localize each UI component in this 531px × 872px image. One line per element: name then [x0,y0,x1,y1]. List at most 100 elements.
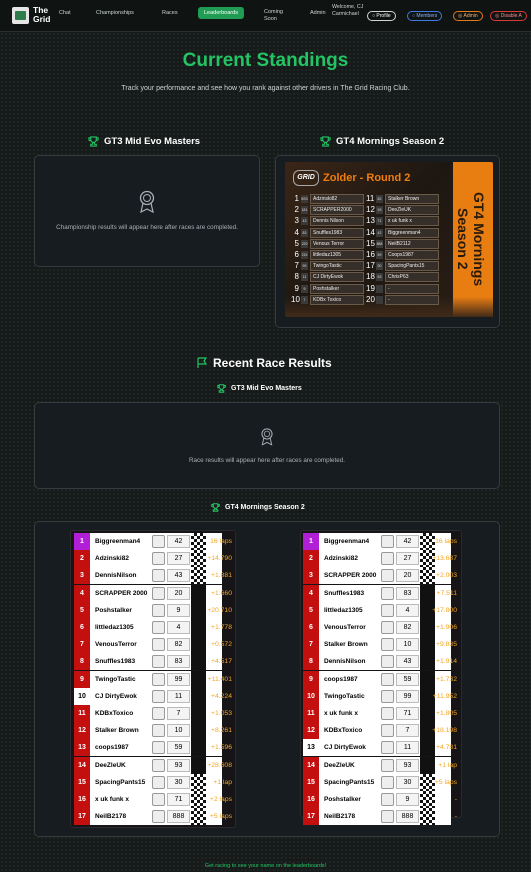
poster-driver-name: ChrisP63 [385,272,439,283]
car-brand-logo-icon [381,655,394,669]
poster-driver-name: - [385,294,439,305]
result-position: 4 [74,584,90,602]
poster-driver-name: NeilB2112 [385,238,439,249]
poster-driver-name: x uk funk x [385,216,439,227]
result-position: 4 [303,584,319,602]
poster-position: 12 [366,205,375,215]
result-gap: 16 laps [210,538,232,545]
poster-driver-name: CJ DirtyEwok [310,272,364,283]
disable-admin-button[interactable]: ◎ Disable A [490,11,527,21]
poster-position: 6 [294,250,299,259]
result-row: 5 Poshstalker 9 +20.710 [74,601,234,619]
car-brand-logo-icon [381,707,394,720]
car-brand-logo-icon [152,724,165,738]
poster-driver-name: SCRAPPER2000 [310,205,364,216]
result-position: 7 [74,636,90,654]
poster-driver-name: Biggreenman4 [385,227,439,238]
result-row: 9 TwingoTastic 99 +11.401 [74,670,234,688]
recent-gt3-empty-message: Race results will appear here after race… [188,456,346,464]
car-brand-logo-icon [381,758,394,772]
result-row: 14 DeeZleUK 93 +1 lap [303,756,463,774]
result-row: 6 littledaz1305 4 +1.778 [74,619,234,636]
result-position: 15 [303,773,319,791]
result-position: 10 [303,687,319,705]
car-brand-logo-icon [381,741,394,755]
poster-car-number: 82 [376,195,383,203]
poster-driver-name: Adzinski82 [310,194,364,204]
poster-driver-name: - [385,283,439,294]
poster-position: 4 [294,227,299,237]
gt3-standings-empty-message: Championship results will appear here af… [56,224,238,231]
recent-gt3-title: GT3 Mid Evo Masters [231,385,302,392]
result-position: 3 [74,567,90,585]
poster-position: 2 [294,205,299,215]
poster-driver-name: SpacingPants15 [385,261,439,272]
result-row: 7 Stalker Brown 10 +9.835 [303,636,463,654]
nav-admin[interactable]: Admin [310,10,326,16]
members-label: Members [416,13,438,19]
result-gap: +2 laps [209,796,232,803]
result-gap: +0.572 [211,641,232,649]
poster-driver-name: littledaz1305 [310,250,364,260]
poster-car-number: 99 [301,262,308,271]
result-row: 9 coops1987 59 +1.732 [303,670,463,688]
result-row: 11 KDBxToxico 7 +1.053 [74,705,234,722]
poster-position: 16 [366,250,375,259]
result-row: 16 x uk funk x 71 +2 laps [74,791,234,808]
poster-car-number: 53 [376,273,383,282]
poster-position: 11 [366,194,375,203]
result-gap: +14.790 [207,555,232,563]
gt4-standings-poster[interactable]: GRID Zolder - Round 2 GT4 Mornings Seaso… [285,162,493,317]
members-button[interactable]: ○ Members [407,11,443,21]
result-position: 2 [303,550,319,568]
poster-car-number: 71 [376,217,383,226]
gt4-standings-heading: GT4 Mornings Season 2 [320,136,444,147]
grid-logo-icon [12,6,29,24]
result-position: 14 [303,756,319,774]
car-brand-logo-icon [152,775,165,789]
poster-position: 17 [366,261,375,271]
result-gap: +13.687 [432,555,457,563]
grid-logo: GRID [293,170,319,186]
brand[interactable]: The Grid [12,6,55,24]
award-icon [261,427,273,446]
result-gap: +8.261 [211,727,232,735]
car-brand-logo-icon [152,603,165,617]
welcome-text: Welcome, CJ Carmichael [332,4,364,17]
result-gap: - [454,813,457,821]
result-row: 5 littledaz1305 4 +17.800 [303,601,463,619]
nav-leaderboards[interactable]: Leaderboards [198,7,244,19]
result-row: 17 NeilB2178 888- [303,808,463,826]
poster-position: 3 [294,216,299,226]
poster-car-number [376,284,383,293]
poster-car-number: 181 [301,206,308,215]
poster-car-number: 7 [301,295,308,304]
flag-icon [197,357,208,368]
nav-coming-soon[interactable]: Coming Soon [264,9,294,23]
result-row: 7 VenousTerror 82 +0.572 [74,636,234,654]
nav-chat[interactable]: Chat [59,10,71,16]
result-gap: +4.781 [436,744,457,752]
result-gap: +4.224 [211,692,232,700]
car-brand-logo-icon [381,603,394,617]
poster-car-number: 9 [301,284,308,293]
nav-races[interactable]: Races [162,10,178,16]
result-row: 13 coops1987 59 +1.596 [74,739,234,757]
result-row: 15 SpacingPants15 30 +5 laps [303,773,463,791]
car-brand-logo-icon [381,621,394,634]
poster-car-number: 215 [301,251,308,259]
admin-button[interactable]: ◎ Admin [453,11,483,21]
nav-championships[interactable]: Championships [96,10,134,16]
car-brand-logo-icon [152,810,165,824]
result-position: 11 [74,705,90,722]
poster-car-number: 229 [301,239,308,248]
result-position: 16 [74,791,90,808]
recent-gt3-card: Race results will appear here after race… [34,402,500,489]
result-position: 17 [303,808,319,826]
poster-driver-name: KDBx Toxico [310,294,364,305]
car-brand-logo-icon [381,552,394,566]
poster-driver-name: Venous Terror [310,238,364,249]
gt3-standings-title: GT3 Mid Evo Masters [104,136,201,147]
profile-button[interactable]: ○ Profile [367,11,396,21]
result-gap: +17.800 [432,606,457,614]
